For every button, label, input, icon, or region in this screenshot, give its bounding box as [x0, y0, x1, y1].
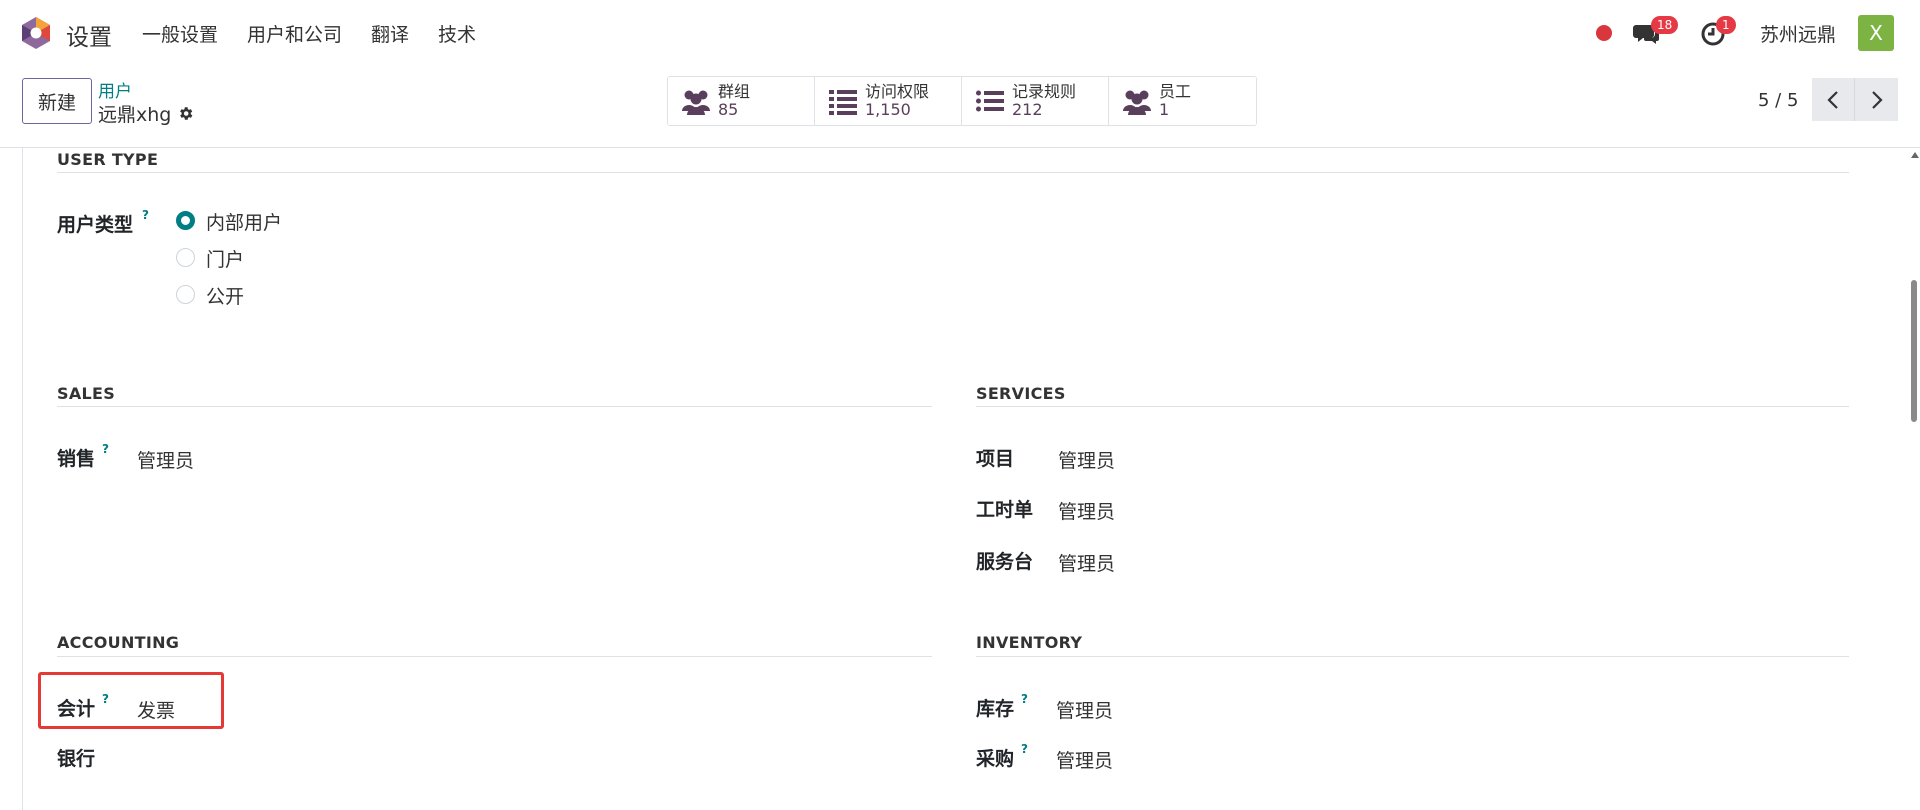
- messages-badge: 18: [1651, 16, 1679, 34]
- section-divider: [976, 656, 1849, 657]
- radio-label-public[interactable]: 公开: [206, 282, 244, 309]
- radio-label-internal-user[interactable]: 内部用户: [206, 208, 282, 235]
- smart-button-record-rules[interactable]: 记录规则 212: [962, 77, 1109, 125]
- smart-value: 85: [718, 100, 739, 119]
- menu-general-settings[interactable]: 一般设置: [142, 20, 218, 47]
- section-divider: [57, 172, 1849, 173]
- bank-label: 银行: [57, 748, 96, 770]
- list-icon: [829, 90, 857, 115]
- smart-value: 1,150: [865, 100, 911, 119]
- smart-value: 212: [1012, 100, 1043, 119]
- helpdesk-value[interactable]: 管理员: [1058, 549, 1115, 576]
- smart-label: 群组: [718, 82, 751, 101]
- smart-button-employees[interactable]: 员工 1: [1109, 77, 1256, 125]
- scrollbar-thumb[interactable]: [1911, 280, 1917, 422]
- section-title-user-type: USER TYPE: [57, 150, 159, 169]
- timesheet-value[interactable]: 管理员: [1058, 497, 1115, 524]
- section-title-accounting: ACCOUNTING: [57, 633, 180, 652]
- menu-users-companies[interactable]: 用户和公司: [247, 20, 342, 47]
- user-avatar[interactable]: X: [1858, 15, 1894, 51]
- record-name: 远鼎xhg: [98, 104, 172, 126]
- helpdesk-label: 服务台: [976, 551, 1034, 573]
- highlight-annotation: [38, 672, 224, 729]
- smart-label: 访问权限: [865, 82, 930, 101]
- help-tooltip-icon[interactable]: ?: [102, 442, 109, 456]
- smart-label: 记录规则: [1012, 82, 1077, 101]
- section-divider: [57, 656, 932, 657]
- help-tooltip-icon[interactable]: ?: [1021, 742, 1028, 756]
- main-menu: 一般设置 用户和公司 翻译 技术: [142, 20, 505, 47]
- recording-dot-icon[interactable]: [1596, 25, 1612, 41]
- smart-buttons: 群组 85 访问权限 1,150 记录规则 212 员工 1: [667, 76, 1257, 126]
- section-title-inventory: INVENTORY: [976, 633, 1083, 652]
- control-panel: 新建 用户 远鼎xhg 群组 85 访问权限 1,150 记录规则 212 员工…: [0, 66, 1920, 148]
- activity-badge: 1: [1716, 16, 1736, 34]
- form-sheet: [22, 148, 1910, 810]
- purchase-value[interactable]: 管理员: [1056, 746, 1113, 773]
- pager-previous-button[interactable]: [1812, 78, 1855, 121]
- project-value[interactable]: 管理员: [1058, 446, 1115, 473]
- section-title-services: SERVICES: [976, 384, 1066, 403]
- help-tooltip-icon[interactable]: ?: [142, 208, 149, 222]
- inventory-value[interactable]: 管理员: [1056, 696, 1113, 723]
- pager-next-button[interactable]: [1855, 78, 1898, 121]
- users-icon: [682, 90, 710, 115]
- menu-translations[interactable]: 翻译: [371, 20, 409, 47]
- timesheet-label: 工时单: [976, 499, 1034, 521]
- section-divider: [976, 406, 1849, 407]
- radio-internal-user[interactable]: [176, 211, 195, 230]
- purchase-label: 采购: [976, 748, 1015, 770]
- pager-buttons: [1812, 78, 1898, 121]
- users-icon: [1123, 90, 1151, 115]
- gear-icon[interactable]: [177, 105, 194, 122]
- smart-button-access-rights[interactable]: 访问权限 1,150: [815, 77, 962, 125]
- record-title: 远鼎xhg: [98, 100, 194, 127]
- help-tooltip-icon[interactable]: ?: [1021, 692, 1028, 706]
- smart-value: 1: [1159, 100, 1170, 119]
- menu-technical[interactable]: 技术: [438, 20, 476, 47]
- section-divider: [57, 406, 932, 407]
- app-title[interactable]: 设置: [66, 18, 112, 52]
- user-type-label: 用户类型: [57, 214, 134, 236]
- smart-label: 员工: [1159, 82, 1192, 101]
- radio-label-portal[interactable]: 门户: [206, 245, 244, 272]
- list-icon: [976, 90, 1004, 112]
- chevron-left-icon: [1827, 90, 1838, 109]
- new-button[interactable]: 新建: [22, 78, 92, 124]
- smart-button-groups[interactable]: 群组 85: [668, 77, 815, 125]
- pager-value[interactable]: 5 / 5: [1758, 90, 1798, 111]
- sales-value[interactable]: 管理员: [137, 446, 194, 473]
- radio-portal[interactable]: [176, 248, 195, 267]
- section-title-sales: SALES: [57, 384, 116, 403]
- chevron-right-icon: [1871, 90, 1883, 109]
- project-label: 项目: [976, 448, 1015, 470]
- inventory-label: 库存: [976, 698, 1015, 720]
- breadcrumb-users[interactable]: 用户: [98, 77, 132, 102]
- odoo-logo-icon[interactable]: [20, 16, 52, 50]
- scroll-up-arrow-icon[interactable]: [1911, 152, 1919, 158]
- radio-public[interactable]: [176, 285, 195, 304]
- scrollbar[interactable]: [1908, 148, 1920, 810]
- sales-label: 销售: [57, 448, 96, 470]
- company-switcher[interactable]: 苏州远鼎: [1760, 20, 1836, 47]
- top-navbar: 设置 一般设置 用户和公司 翻译 技术 18 1 苏州远鼎 X: [0, 0, 1920, 66]
